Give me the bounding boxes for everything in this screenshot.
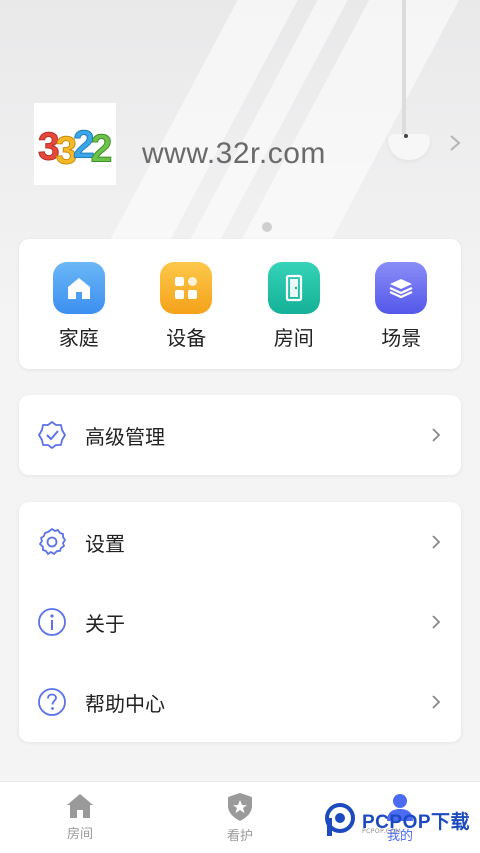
site-logo: 3 3 2 2	[34, 103, 116, 185]
pcpop-watermark: PCPOP下载 PCPOP.COM	[322, 800, 470, 840]
info-icon	[38, 608, 66, 636]
logo-3322-icon: 3 3 2 2	[37, 123, 113, 168]
svg-text:2: 2	[91, 128, 113, 168]
quick-actions-card: 家庭 设备 房间 场景	[19, 239, 461, 369]
grid-icon	[160, 262, 213, 314]
advanced-card: 高级管理	[19, 395, 461, 475]
quick-action-devices[interactable]: 设备	[141, 239, 231, 369]
tab-care[interactable]: 看护	[160, 782, 320, 853]
layers-icon	[375, 262, 428, 314]
gear-icon	[39, 528, 66, 555]
menu-item-settings[interactable]: 设置	[19, 502, 461, 582]
home-icon	[52, 262, 105, 314]
quick-action-family[interactable]: 家庭	[34, 239, 124, 369]
quick-action-rooms[interactable]: 房间	[249, 239, 339, 369]
menu-item-advanced-management[interactable]: 高级管理	[19, 395, 461, 475]
tab-rooms[interactable]: 房间	[0, 782, 160, 853]
door-icon	[267, 262, 320, 314]
chevron-right-icon	[432, 535, 441, 549]
chevron-right-icon	[432, 615, 441, 629]
pcpop-logo-icon	[325, 803, 355, 836]
settings-menu-card: 设置 关于 帮助中心	[19, 502, 461, 742]
chevron-right-icon[interactable]	[448, 134, 462, 152]
profile-header[interactable]: 3 3 2 2 www.32r.com	[34, 103, 461, 185]
site-url: www.32r.com	[142, 137, 326, 170]
page-indicator-dot	[262, 222, 272, 232]
quick-action-scenes[interactable]: 场景	[356, 239, 446, 369]
chevron-right-icon	[432, 428, 441, 442]
menu-item-about[interactable]: 关于	[19, 582, 461, 662]
menu-item-help-center[interactable]: 帮助中心	[19, 662, 461, 742]
shield-star-icon	[228, 793, 252, 821]
help-icon	[38, 688, 66, 716]
house-icon	[67, 794, 93, 818]
chevron-right-icon	[432, 695, 441, 709]
shield-check-icon	[38, 421, 66, 449]
